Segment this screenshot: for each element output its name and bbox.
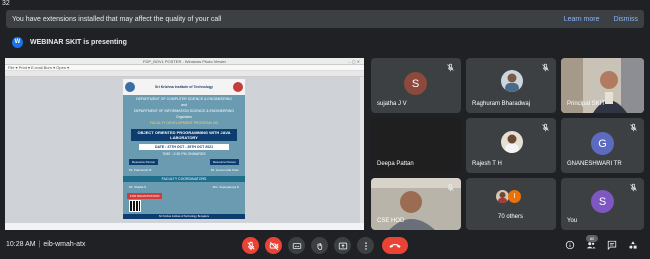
raise-hand-button[interactable] [311, 237, 328, 254]
speaker-label-right: Resource Person [209, 159, 239, 165]
coordinator-left: Mr. Shaiba S [129, 185, 147, 189]
participant-tile[interactable]: Deepa Pattan [371, 118, 461, 173]
participant-tile-others[interactable]: I 70 others [466, 178, 556, 230]
meeting-controls-bar: 10:28 AM | eib-wmah-atx 80 [0, 235, 650, 259]
participant-name: Raghuram Bharadwaj [472, 101, 531, 107]
participant-name: CSE HOD [377, 218, 405, 224]
window-controls: – ▢ ✕ [348, 59, 360, 64]
chat-button[interactable] [605, 238, 619, 252]
meeting-details: 10:28 AM | eib-wmah-atx [6, 241, 85, 248]
coordinator-right: Mrs. Supriyapriya D [212, 185, 239, 189]
institute-logo-icon [125, 82, 135, 92]
participant-name: GNANESHWARI TR [567, 161, 622, 167]
poster-line-1: DEPARTMENT OF COMPUTER SCIENCE & ENGINEE… [136, 97, 232, 101]
fdp-poster: Sri Krishna Institute of Technology DEPA… [123, 79, 245, 219]
mic-toggle-button[interactable] [242, 237, 259, 254]
poster-line-4: Organizes [176, 115, 192, 119]
self-avatar: S [591, 190, 614, 213]
captions-icon [292, 242, 301, 249]
present-button[interactable] [334, 237, 351, 254]
separator: | [38, 241, 41, 248]
viewer-title: FDP_BGVL POSTER - Windows Photo Viewer [143, 59, 226, 64]
mic-off-icon [246, 241, 255, 250]
speaker-label-left: Resource Person [129, 159, 159, 165]
meeting-info-button[interactable] [563, 238, 577, 252]
others-avatar: I [508, 190, 521, 203]
presenter-avatar: W [12, 36, 23, 48]
others-count: 70 others [498, 214, 524, 220]
mic-off-icon [630, 183, 637, 192]
activities-button[interactable] [626, 238, 640, 252]
participant-name: Rajesh T H [472, 161, 502, 167]
participant-tile[interactable]: Rajesh T H [466, 118, 556, 173]
participant-photo [501, 131, 523, 153]
learn-more-link[interactable]: Learn more [564, 16, 600, 23]
participant-photo [501, 70, 523, 92]
mic-off-icon [542, 63, 549, 72]
participant-tile[interactable]: CSE HOD [371, 178, 461, 230]
qr-code-icon [129, 200, 141, 212]
viewer-scrollbar[interactable] [360, 77, 364, 223]
speaker-right: Mr. Jeevan Alla Khan [210, 168, 239, 172]
poster-program: FACULTY DEVELOPMENT PROGRAM ON [149, 121, 219, 125]
mic-off-icon [447, 63, 454, 72]
participant-tile[interactable]: Principal SKIT [561, 58, 644, 113]
poster-title: OBJECT ORIENTED PROGRAMMING WITH JAVA LA… [131, 129, 237, 141]
camera-off-icon [269, 241, 278, 250]
presenting-text: WEBINAR SKIT is presenting [30, 38, 127, 46]
captions-button[interactable] [288, 237, 305, 254]
poster-time: TIME : 2:30 PM ONWARDS [162, 152, 206, 156]
poster-header: Sri Krishna Institute of Technology [123, 79, 245, 95]
corner-number: 32 [2, 0, 10, 7]
activities-icon [629, 241, 637, 249]
registration-label: FOR REGISTRATION [127, 193, 163, 199]
poster-canvas: Sri Krishna Institute of Technology DEPA… [5, 77, 364, 223]
chat-icon [607, 240, 617, 250]
self-tile[interactable]: S You [561, 178, 644, 230]
emblem-logo-icon [233, 82, 243, 92]
coordinator-heading: FACULTY COORDINATORS [123, 176, 245, 182]
poster-line-2: and [181, 103, 187, 107]
info-icon [565, 240, 575, 250]
participant-tile[interactable]: G GNANESHWARI TR [561, 118, 644, 173]
more-options-icon [364, 241, 367, 250]
participant-name: Principal SKIT [567, 101, 606, 107]
extensions-warning-banner: You have extensions installed that may a… [6, 10, 644, 28]
participant-count-badge: 80 [586, 235, 598, 242]
participant-name: You [567, 218, 578, 224]
meeting-code: eib-wmah-atx [43, 241, 86, 248]
speaker-left: Mr. Pakirandor B [129, 168, 152, 172]
banner-message: You have extensions installed that may a… [12, 15, 222, 23]
present-icon [338, 242, 347, 249]
participant-tile[interactable]: S sujatha J V [371, 58, 461, 113]
shared-screen[interactable]: FDP_BGVL POSTER - Windows Photo Viewer –… [5, 58, 364, 230]
participant-name: sujatha J V [377, 101, 407, 107]
poster-date: DATE : 27TH OCT - 29TH OCT 2021 [139, 144, 229, 150]
end-call-icon [389, 243, 401, 248]
mic-off-icon [542, 123, 549, 132]
participant-tile[interactable]: Raghuram Bharadwaj [466, 58, 556, 113]
dismiss-button[interactable]: Dismiss [614, 16, 639, 23]
poster-line-3: DEPARTMENT OF INFORMATION SCIENCE & ENGI… [133, 109, 235, 113]
mic-off-icon [447, 183, 454, 192]
poster-institution: Sri Krishna Institute of Technology [155, 85, 213, 89]
presenting-indicator: W WEBINAR SKIT is presenting [6, 33, 644, 51]
speaker-labels: Resource Person Resource Person [129, 159, 239, 165]
participant-name: Deepa Pattan [377, 161, 414, 167]
camera-toggle-button[interactable] [265, 237, 282, 254]
participant-avatar: S [404, 72, 427, 95]
coordinator-names: Mr. Shaiba S Mrs. Supriyapriya D [129, 185, 239, 189]
viewer-title-bar: FDP_BGVL POSTER - Windows Photo Viewer –… [5, 58, 364, 65]
current-time: 10:28 AM [6, 241, 36, 248]
poster-footer: Sri Krishna Institute of Technology, Ben… [123, 214, 245, 219]
end-call-button[interactable] [382, 237, 408, 254]
mic-off-icon [630, 123, 637, 132]
speaker-names: Mr. Pakirandor B Mr. Jeevan Alla Khan [129, 168, 239, 172]
participant-avatar: G [591, 132, 614, 155]
raise-hand-icon [316, 242, 322, 250]
more-options-button[interactable] [357, 237, 374, 254]
